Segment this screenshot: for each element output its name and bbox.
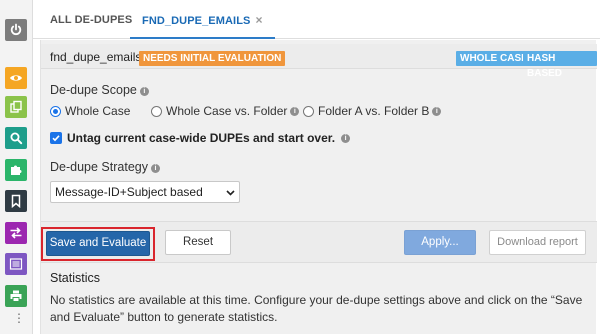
info-icon[interactable]: i (341, 133, 351, 143)
search-icon[interactable] (5, 127, 27, 149)
tab-label: FND_DUPE_EMAILS (142, 15, 251, 27)
statistics-title: Statistics (50, 271, 101, 285)
method-badge: HASH BASED (523, 51, 597, 79)
radio-label: Whole Case (65, 104, 131, 118)
statistics-text: No statistics are available at this time… (50, 293, 583, 324)
info-icon[interactable]: i (432, 106, 442, 116)
strategy-select[interactable]: Message-ID+Subject based (50, 181, 240, 203)
scope-badge: WHOLE CASE (456, 51, 532, 66)
strategy-selected-value: Message-ID+Subject based (55, 185, 203, 199)
tab-bar: ALL DE-DUPES FND_DUPE_EMAILS × (33, 0, 600, 39)
page-title: fnd_dupe_emails (50, 50, 142, 64)
bookmark-icon[interactable] (5, 190, 27, 212)
action-bar: Save and Evaluate Reset Apply... Downloa… (41, 221, 597, 263)
eye-icon[interactable] (5, 67, 27, 89)
strategy-label: De-dupe Strategy i (50, 160, 160, 174)
print-icon[interactable] (5, 285, 27, 307)
download-report-button[interactable]: Download report (489, 230, 586, 255)
reset-button[interactable]: Reset (165, 230, 231, 255)
more-options-icon[interactable]: ⋮ (13, 312, 25, 324)
radio-whole-case-vs-folder[interactable]: Whole Case vs. Folder i (151, 104, 300, 118)
info-icon[interactable]: i (290, 106, 300, 116)
swap-arrows-icon[interactable] (5, 222, 27, 244)
scope-label: De-dupe Scope i (50, 83, 149, 97)
radio-folder-a-vs-b[interactable]: Folder A vs. Folder Bi (303, 104, 442, 118)
info-icon[interactable]: i (139, 87, 149, 96)
power-icon[interactable] (5, 19, 27, 41)
save-and-evaluate-button[interactable]: Save and Evaluate (46, 231, 150, 256)
radio-whole-case[interactable]: Whole Case (50, 104, 130, 118)
chevron-down-icon (226, 190, 235, 196)
radio-label: Folder A vs. Folder B (318, 104, 430, 118)
title-row: fnd_dupe_emails NEEDS INITIAL EVALUATION… (41, 44, 597, 79)
radio-button[interactable] (151, 105, 162, 117)
untag-checkbox[interactable] (50, 132, 62, 144)
radio-button[interactable] (303, 105, 314, 117)
scope-label-text: De-dupe Scope (50, 83, 137, 97)
untag-label: Untag current case-wide DUPEs and start … (67, 131, 336, 145)
list-icon[interactable] (5, 253, 27, 275)
apply-button[interactable]: Apply... (404, 230, 476, 255)
left-toolbar: ⋮ (0, 0, 33, 334)
untag-checkbox-row[interactable]: Untag current case-wide DUPEs and start … (50, 131, 351, 145)
status-badge: NEEDS INITIAL EVALUATION (139, 51, 286, 66)
tab-all-dedupes[interactable]: ALL DE-DUPES (50, 0, 132, 39)
radio-label: Whole Case vs. Folder (166, 104, 288, 118)
close-icon[interactable]: × (255, 13, 262, 27)
copy-icon[interactable] (5, 96, 27, 118)
strategy-label-text: De-dupe Strategy (50, 160, 148, 174)
tab-fnd-dupe-emails[interactable]: FND_DUPE_EMAILS × (130, 0, 275, 39)
info-icon[interactable]: i (150, 164, 160, 173)
radio-button[interactable] (50, 105, 61, 117)
puzzle-icon[interactable] (5, 159, 27, 181)
dedupe-form: fnd_dupe_emails NEEDS INITIAL EVALUATION… (40, 40, 597, 334)
dedupe-panel: ALL DE-DUPES FND_DUPE_EMAILS × fnd_dupe_e… (33, 0, 600, 334)
